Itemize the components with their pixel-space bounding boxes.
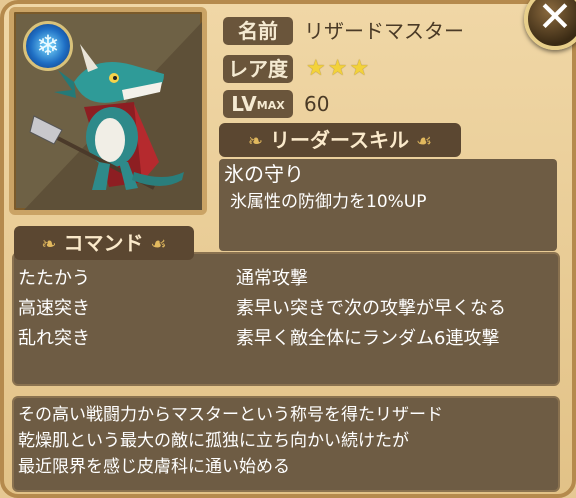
command-description: 通常攻撃	[236, 268, 308, 289]
rarity-stars: ★★★	[306, 57, 371, 81]
unit-portrait: ❄	[9, 7, 207, 215]
star-icon: ★	[306, 56, 328, 81]
command-row: 高速突き 素早い突きで次の攻撃が早くなる	[18, 294, 558, 324]
commands-header: ❧ コマンド ☙	[14, 226, 194, 260]
leader-skill-header-text: リーダースキル	[269, 128, 409, 152]
leader-skill-description: 氷属性の防御力を10%UP	[230, 192, 427, 212]
commands-header-text: コマンド	[63, 231, 144, 255]
command-name: 乱れ突き	[18, 328, 90, 349]
command-row: たたかう 通常攻撃	[18, 264, 558, 294]
ornament-icon: ❧	[41, 234, 57, 255]
leader-skill-name: 氷の守り	[224, 162, 304, 186]
leader-skill-header: ❧ リーダースキル ☙	[219, 123, 461, 157]
unit-level: 60	[304, 92, 330, 116]
ornament-icon: ☙	[150, 234, 167, 255]
rarity-label: レア度	[223, 55, 293, 83]
star-icon: ★	[327, 56, 350, 81]
command-name: 高速突き	[18, 298, 90, 319]
star-icon: ★	[349, 56, 372, 81]
close-icon: ✕	[537, 0, 573, 41]
level-max-tag: MAX	[256, 99, 285, 112]
flavor-text-line: その高い戦闘力からマスターという称号を得たリザード	[18, 405, 443, 425]
ornament-icon: ❧	[247, 131, 263, 152]
command-description: 素早い突きで次の攻撃が早くなる	[236, 298, 506, 319]
name-label: 名前	[223, 17, 293, 45]
command-row: 乱れ突き 素早く敵全体にランダム6連攻撃	[18, 324, 558, 354]
flavor-text-line: 最近限界を感じ皮膚科に通い始める	[18, 457, 290, 477]
level-label-text: LV	[231, 92, 257, 116]
ice-element-icon: ❄	[23, 21, 73, 71]
unit-name: リザードマスター	[304, 19, 464, 43]
command-name: たたかう	[18, 268, 90, 289]
flavor-text-line: 乾燥肌という最大の敵に孤独に立ち向かい続けたが	[18, 431, 409, 451]
level-label: LVMAX	[223, 90, 293, 118]
ornament-icon: ☙	[415, 131, 433, 152]
command-description: 素早く敵全体にランダム6連攻撃	[236, 328, 500, 349]
